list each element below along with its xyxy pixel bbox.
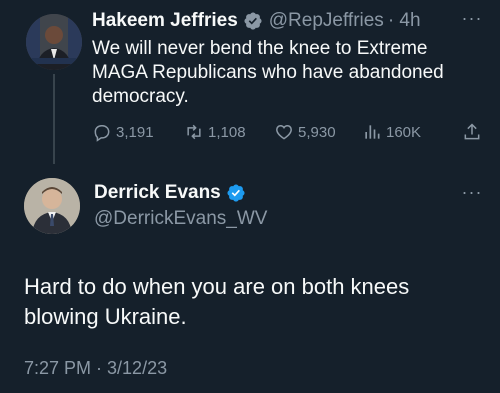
reply-tweet-header: Derrick Evans [94,182,246,204]
tweet-relative-time[interactable]: · 4h [388,10,421,32]
author-name[interactable]: Derrick Evans [94,182,221,204]
verified-badge-icon [226,183,246,203]
parent-tweet-header: Hakeem Jeffries @RepJeffries · 4h [92,10,421,32]
reply-button[interactable]: 3,191 [92,120,154,144]
thread-connector-line [53,74,55,164]
author-handle[interactable]: @DerrickEvans_WV [94,208,267,230]
reply-count: 3,191 [116,123,154,141]
avatar-derrick-evans[interactable] [24,178,80,234]
tweet-timestamp[interactable]: 7:27 PM · 3/12/23 [24,358,167,379]
verified-badge-icon [243,11,263,31]
share-button[interactable] [462,120,486,144]
more-options-icon[interactable]: ··· [460,182,484,202]
heart-icon [276,124,292,140]
reply-icon [94,125,110,142]
like-count: 5,930 [298,123,336,141]
retweet-button[interactable]: 1,108 [184,120,246,144]
tweet-text: We will never bend the knee to Extreme M… [92,38,444,107]
retweet-icon [187,124,201,140]
parent-tweet[interactable]: Hakeem Jeffries @RepJeffries · 4h ··· We… [0,0,500,164]
like-button[interactable]: 5,930 [274,120,336,144]
author-handle[interactable]: @RepJeffries [269,10,384,32]
tweet-text: Hard to do when you are on both knees bl… [24,274,410,329]
more-options-icon[interactable]: ··· [460,8,484,28]
share-upload-icon [464,123,480,140]
retweet-count: 1,108 [208,123,246,141]
views-count: 160K [386,123,422,141]
avatar-hakeem-jeffries[interactable] [26,14,82,70]
views-bar-chart-icon [365,125,380,139]
tweet-actions-bar: 3,191 1,108 5,930 160K [92,120,482,144]
author-name[interactable]: Hakeem Jeffries [92,10,238,32]
views-button[interactable]: 160K [362,120,421,144]
